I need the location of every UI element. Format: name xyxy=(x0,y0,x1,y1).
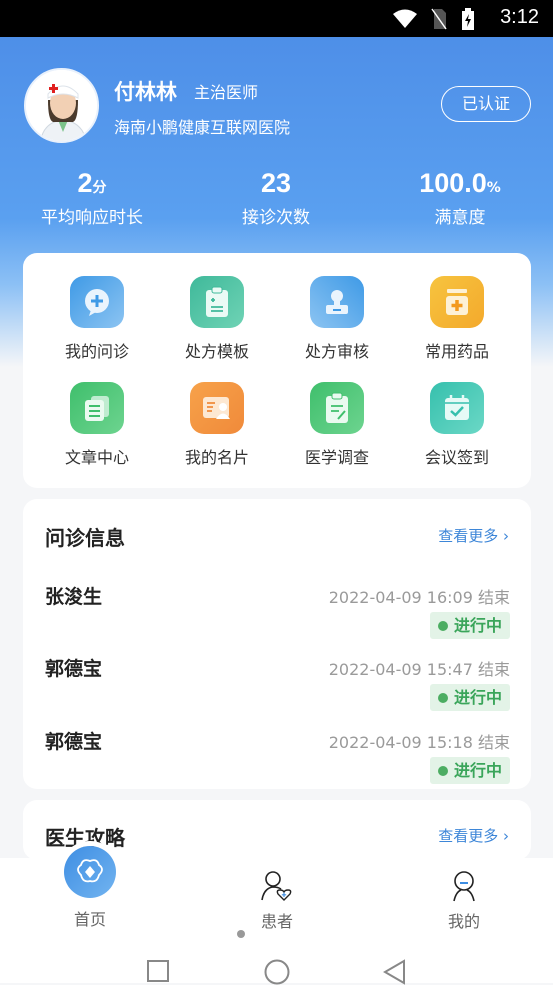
section-title: 问诊信息 xyxy=(45,526,125,550)
patient-icon xyxy=(261,871,292,901)
stat-consult-count: 23 接诊次数 xyxy=(184,168,368,228)
patient-name: 郭德宝 xyxy=(45,731,103,753)
consult-row[interactable]: 郭德宝 2022-04-09 15:47 结束 进行中 xyxy=(23,654,531,726)
stat-label: 满意度 xyxy=(434,208,486,228)
status-dot-icon xyxy=(437,620,448,631)
consult-time: 2022-04-09 15:47 结束 xyxy=(328,660,510,679)
view-more-label: 查看更多 xyxy=(438,527,499,545)
clipboard-icon xyxy=(190,276,244,328)
status-dot-icon xyxy=(437,765,448,776)
shortcut-survey[interactable]: 医学调查 xyxy=(277,382,397,468)
shortcut-label: 文章中心 xyxy=(64,448,129,467)
stat-satisfaction: 100.0% 满意度 xyxy=(368,168,552,228)
page-indicator-dot xyxy=(237,930,245,938)
documents-icon xyxy=(70,382,124,434)
tab-label: 我的 xyxy=(447,912,480,931)
status-badge: 进行中 xyxy=(429,612,510,639)
stamp-icon xyxy=(310,276,364,328)
shortcut-label: 处方模板 xyxy=(184,342,249,361)
shortcut-meeting-checkin[interactable]: 会议签到 xyxy=(397,382,517,468)
verified-button[interactable]: 已认证 xyxy=(441,86,531,122)
status-dot-icon xyxy=(437,692,448,703)
doctor-title: 主治医师 xyxy=(194,83,259,102)
medicine-jar-icon xyxy=(430,276,484,328)
survey-icon xyxy=(310,382,364,434)
recent-apps-button[interactable] xyxy=(146,960,170,982)
system-nav-bar xyxy=(0,952,553,985)
consult-row[interactable]: 张浚生 2022-04-09 16:09 结束 进行中 xyxy=(23,582,531,654)
avatar[interactable] xyxy=(24,68,99,143)
home-button[interactable] xyxy=(263,959,291,985)
wifi-icon xyxy=(393,9,417,28)
no-sim-icon xyxy=(431,8,447,30)
consult-row[interactable]: 郭德宝 2022-04-09 15:18 结束 进行中 xyxy=(23,727,531,799)
shortcut-common-drugs[interactable]: 常用药品 xyxy=(397,276,517,362)
view-more-link[interactable]: 查看更多 › xyxy=(438,525,509,546)
stat-value: 23 xyxy=(260,168,292,198)
profile-icon xyxy=(453,871,475,902)
tab-label: 首页 xyxy=(73,910,106,929)
stat-label: 接诊次数 xyxy=(242,208,310,228)
doctor-name: 付林林 xyxy=(114,80,177,104)
status-badge: 进行中 xyxy=(429,684,510,711)
hospital-name: 海南小鹏健康互联网医院 xyxy=(114,118,291,137)
shortcut-label: 我的名片 xyxy=(184,448,249,467)
shortcut-label: 常用药品 xyxy=(424,342,489,361)
tab-label: 患者 xyxy=(260,912,293,931)
business-card-icon xyxy=(190,382,244,434)
shortcut-label: 处方审核 xyxy=(304,342,369,361)
shortcut-label: 医学调查 xyxy=(304,448,369,467)
chevron-right-icon: › xyxy=(503,827,509,845)
shortcut-articles[interactable]: 文章中心 xyxy=(37,382,157,468)
patient-name: 郭德宝 xyxy=(45,658,103,680)
shortcut-rx-template[interactable]: 处方模板 xyxy=(157,276,277,362)
back-button[interactable] xyxy=(382,959,408,985)
shortcut-grid: 我的问诊 处方模板 处方审核 常用药品 文章中心 我的名片 医学调查 会议签到 xyxy=(23,253,531,488)
status-bar: 3:12 xyxy=(0,0,553,37)
stat-value: 100.0 xyxy=(419,168,487,198)
shortcut-label: 会议签到 xyxy=(424,448,489,467)
consult-section: 问诊信息 查看更多 › 张浚生 2022-04-09 16:09 结束 进行中 … xyxy=(23,499,531,789)
view-more-link[interactable]: 查看更多 › xyxy=(438,825,509,846)
consult-time: 2022-04-09 16:09 结束 xyxy=(328,588,510,607)
stat-response-time: 2分 平均响应时长 xyxy=(0,168,184,228)
status-label: 进行中 xyxy=(453,616,502,635)
tab-home[interactable]: 首页 xyxy=(30,846,150,930)
tab-patients[interactable]: 患者 xyxy=(217,870,337,932)
stat-unit: % xyxy=(486,180,501,196)
shortcut-label: 我的问诊 xyxy=(64,342,129,361)
stat-value: 2 xyxy=(77,168,93,198)
shortcut-my-consult[interactable]: 我的问诊 xyxy=(37,276,157,362)
clock: 3:12 xyxy=(500,6,539,28)
patient-name: 张浚生 xyxy=(45,586,103,608)
stat-unit: 分 xyxy=(92,180,107,196)
shortcut-rx-review[interactable]: 处方审核 xyxy=(277,276,397,362)
chat-plus-icon xyxy=(70,276,124,328)
chevron-right-icon: › xyxy=(503,527,509,545)
status-badge: 进行中 xyxy=(429,757,510,784)
stat-label: 平均响应时长 xyxy=(41,208,143,228)
tab-mine[interactable]: 我的 xyxy=(404,870,524,932)
calendar-check-icon xyxy=(430,382,484,434)
home-icon xyxy=(64,846,116,898)
view-more-label: 查看更多 xyxy=(438,827,499,845)
battery-charging-icon xyxy=(462,8,474,30)
consult-time: 2022-04-09 15:18 结束 xyxy=(328,733,510,752)
status-label: 进行中 xyxy=(453,688,502,707)
shortcut-my-card[interactable]: 我的名片 xyxy=(157,382,277,468)
status-label: 进行中 xyxy=(453,761,502,780)
